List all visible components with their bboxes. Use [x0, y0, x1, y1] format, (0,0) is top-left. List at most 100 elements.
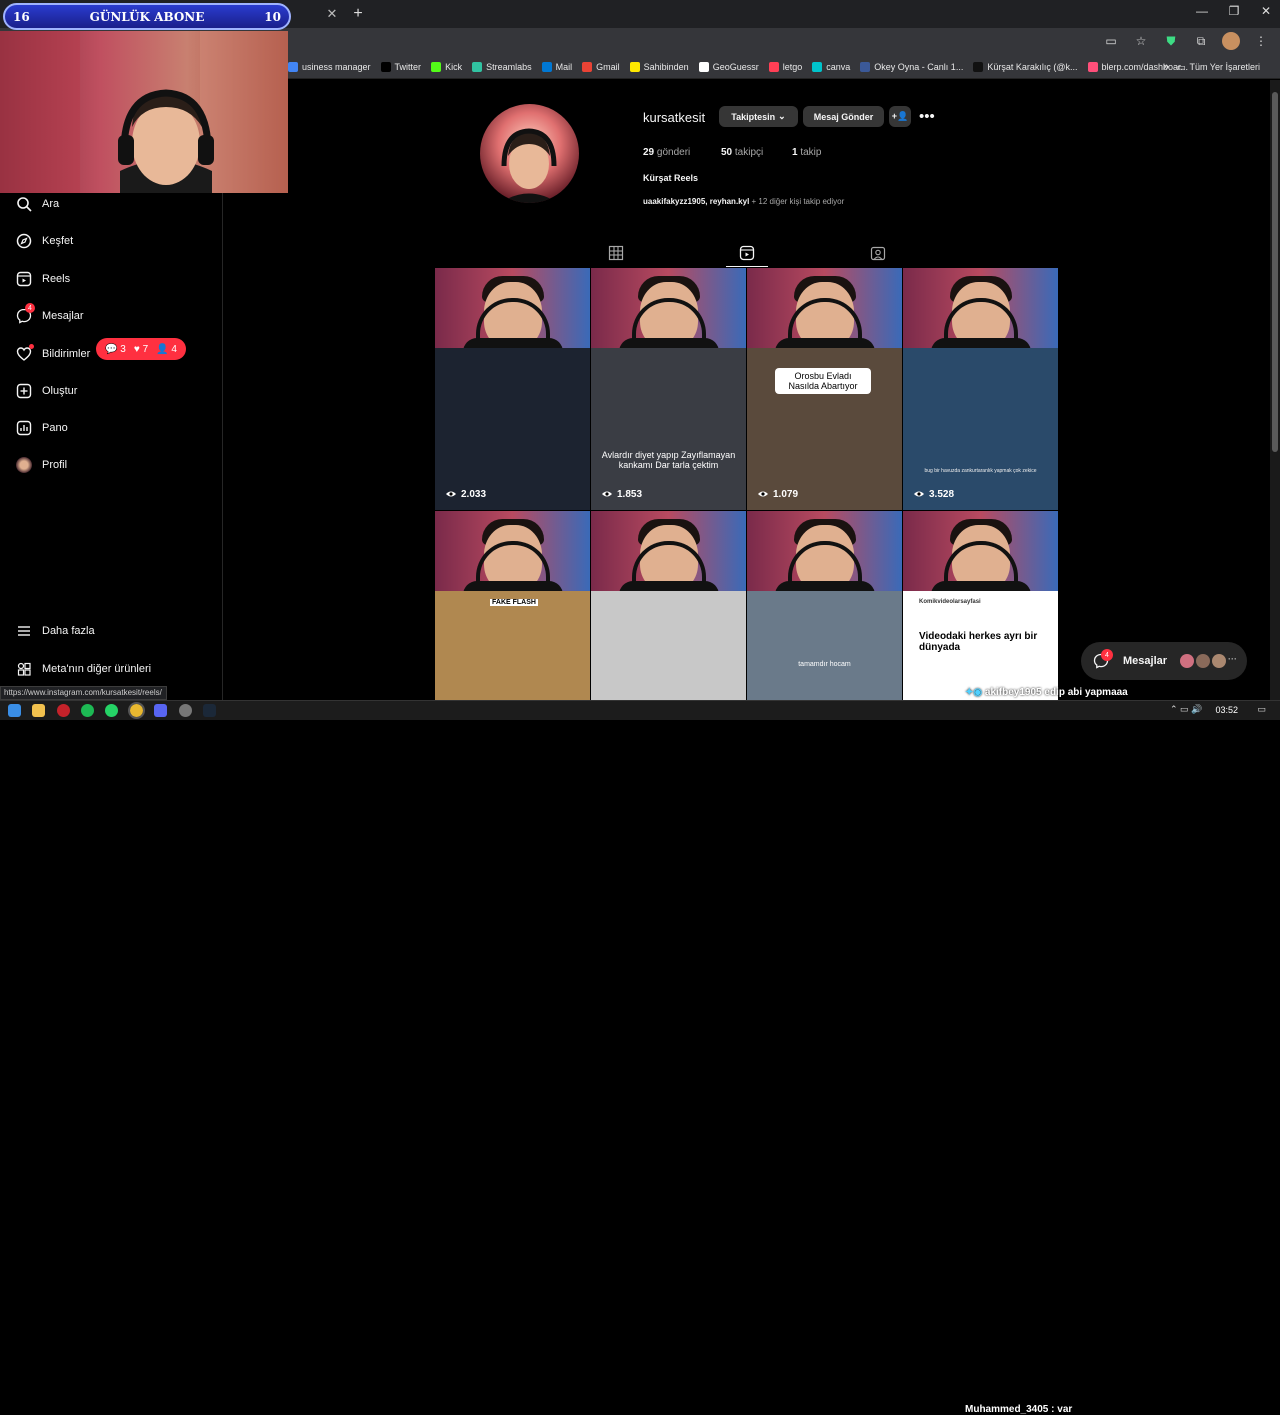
steam-icon[interactable]: [203, 704, 216, 717]
followed-by-text[interactable]: uaakifakyzz1905, reyhan.kyl + 12 diğer k…: [643, 197, 844, 206]
bookmark-item[interactable]: GeoGuessr: [698, 62, 759, 72]
chrome-icon[interactable]: [128, 702, 145, 719]
bookmark-item[interactable]: Okey Oyna - Canlı 1...: [860, 62, 963, 72]
reel-thumbnail[interactable]: 2.033: [435, 268, 590, 510]
sidebar-more-button[interactable]: Daha fazla: [16, 623, 95, 639]
bookmark-item[interactable]: Streamlabs: [472, 62, 532, 72]
reel-webcam-strip: [435, 511, 590, 595]
reel-video-frame: [747, 591, 902, 700]
sidebar-item-search[interactable]: Ara: [16, 196, 59, 212]
star-icon[interactable]: ☆: [1132, 32, 1150, 50]
following-button[interactable]: Takiptesin ⌄: [719, 106, 798, 127]
bookmark-item[interactable]: letgo: [768, 62, 802, 72]
profile-avatar[interactable]: [480, 104, 579, 203]
eye-icon: [758, 491, 768, 497]
notification-center-icon[interactable]: ▭: [1257, 704, 1266, 715]
sidebar-item-messages[interactable]: Mesajlar 4: [16, 303, 84, 324]
menu-icon[interactable]: ⋮: [1252, 32, 1270, 50]
sidebar-item-profile[interactable]: Profil: [16, 457, 67, 473]
banner-right-count: 10: [264, 9, 281, 24]
bookmark-favicon-icon: [582, 62, 593, 72]
system-tray-icons[interactable]: ⌃ ▭ 🔊: [1170, 704, 1202, 715]
dm-avatars: ···: [1180, 654, 1237, 668]
reel-account-name: Komikvideolarsayfasi: [919, 599, 981, 605]
close-window-button[interactable]: ✕: [1250, 4, 1280, 18]
plus-square-icon: [16, 383, 32, 399]
cast-icon[interactable]: ▭: [1102, 32, 1120, 50]
reel-thumbnail[interactable]: Avlardır diyet yapıp Zayıflamayan kankam…: [591, 268, 746, 510]
sidebar-item-reels[interactable]: Reels: [16, 271, 70, 287]
reel-thumbnail[interactable]: Kaçak elektrik çektik bi hayırlı olsun: [591, 511, 746, 700]
reel-thumbnail[interactable]: FAKE FLASH: [435, 511, 590, 700]
bookmark-item[interactable]: usiness manager: [288, 62, 371, 72]
tab-tagged-icon[interactable]: [870, 245, 886, 261]
bookmark-item[interactable]: Kürşat Karakılıç (@k...: [973, 62, 1078, 72]
messages-floating-button[interactable]: Mesajlar ···: [1081, 642, 1247, 680]
notification-dot: [29, 344, 34, 349]
chat-badges-icon: ✦◉: [965, 687, 983, 698]
file-explorer-icon[interactable]: [32, 704, 45, 717]
reel-video-frame: [435, 348, 590, 510]
spotify-icon[interactable]: [81, 704, 94, 717]
reel-thumbnail[interactable]: Orosbu Evladı Nasılda Abartıyor 1.079: [747, 268, 902, 510]
whatsapp-icon[interactable]: [105, 704, 118, 717]
followers-stat[interactable]: 50 takipçi: [721, 147, 763, 158]
windows-start-icon[interactable]: [8, 704, 21, 717]
sidebar-item-dashboard[interactable]: Pano: [16, 420, 68, 436]
sidebar-item-explore[interactable]: Keşfet: [16, 233, 73, 249]
reel-thumbnail[interactable]: tamamdır hocam: [747, 511, 902, 700]
banner-left-count: 16: [13, 9, 30, 24]
bookmark-item[interactable]: canva: [812, 62, 850, 72]
bookmark-item[interactable]: Sahibinden: [629, 62, 689, 72]
reel-webcam-strip: [903, 268, 1058, 352]
bookmark-item[interactable]: Mail: [541, 62, 572, 72]
taskbar-clock[interactable]: 03:52: [1215, 705, 1238, 715]
all-bookmarks-button[interactable]: ▭ Tüm Yer İşaretleri: [1177, 62, 1260, 73]
obs-icon[interactable]: [179, 704, 192, 717]
bookmarks-overflow-icon[interactable]: »: [1163, 61, 1169, 73]
opera-icon[interactable]: [57, 704, 70, 717]
profile-photo: [500, 128, 558, 203]
posts-stat[interactable]: 29 gönderi: [643, 147, 690, 158]
reel-webcam-strip: [591, 511, 746, 595]
options-icon[interactable]: •••: [919, 108, 935, 125]
new-tab-button[interactable]: +: [348, 5, 368, 23]
restore-button[interactable]: ❐: [1218, 4, 1250, 18]
avatar: [1212, 654, 1226, 668]
suggest-user-button[interactable]: +👤: [889, 106, 911, 127]
bookmark-favicon-icon: [472, 62, 483, 72]
page-scrollbar[interactable]: [1270, 80, 1280, 700]
discord-icon[interactable]: [154, 704, 167, 717]
reel-thumbnail[interactable]: Videodaki herkes ayrı bir dünyada Komikvi…: [903, 511, 1058, 700]
avatar: [1180, 654, 1194, 668]
bookmark-favicon-icon: [973, 62, 984, 72]
reel-webcam-strip: [747, 268, 902, 352]
tab-posts-grid-icon[interactable]: [608, 245, 624, 261]
bookmark-item[interactable]: Kick: [431, 62, 462, 72]
following-stat[interactable]: 1 takip: [792, 147, 821, 158]
sidebar-item-create[interactable]: Oluştur: [16, 383, 77, 399]
bookmark-item[interactable]: Twitter: [380, 62, 421, 72]
reel-thumbnail[interactable]: bug bir havuzda zankurtaranlık yapmak ço…: [903, 268, 1058, 510]
send-message-button[interactable]: Mesaj Gönder: [803, 106, 884, 127]
shield-extension-icon[interactable]: ⛊: [1162, 32, 1180, 50]
reel-caption: tamamdır hocam: [798, 661, 851, 668]
reel-caption: bug bir havuzda zankurtaranlık yapmak ço…: [924, 468, 1037, 474]
extensions-icon[interactable]: ⧉: [1192, 32, 1210, 50]
reel-video-frame: [435, 591, 590, 700]
reel-views: 1.853: [601, 488, 642, 500]
subscriber-goal-banner: 16 GÜNLÜK ABONE 10: [3, 3, 291, 30]
tab-reels-icon[interactable]: [739, 245, 755, 261]
sidebar-item-notifications[interactable]: Bildirimler: [16, 344, 90, 362]
sidebar-meta-products[interactable]: Meta'nın diğer ürünleri: [16, 661, 151, 677]
tab-close-icon[interactable]: ✕: [322, 6, 342, 22]
bookmark-favicon-icon: [1087, 62, 1098, 72]
status-url-tooltip: https://www.instagram.com/kursatkesit/re…: [0, 686, 167, 700]
profile-avatar-icon[interactable]: [1222, 32, 1240, 50]
add-person-icon: +👤: [891, 111, 909, 121]
search-icon: [17, 197, 32, 212]
bookmark-item[interactable]: Gmail: [582, 62, 620, 72]
scroll-thumb[interactable]: [1272, 92, 1278, 452]
minimize-button[interactable]: —: [1186, 4, 1218, 18]
notifications-popup[interactable]: 💬 3 ♥ 7 👤 4: [96, 338, 186, 360]
